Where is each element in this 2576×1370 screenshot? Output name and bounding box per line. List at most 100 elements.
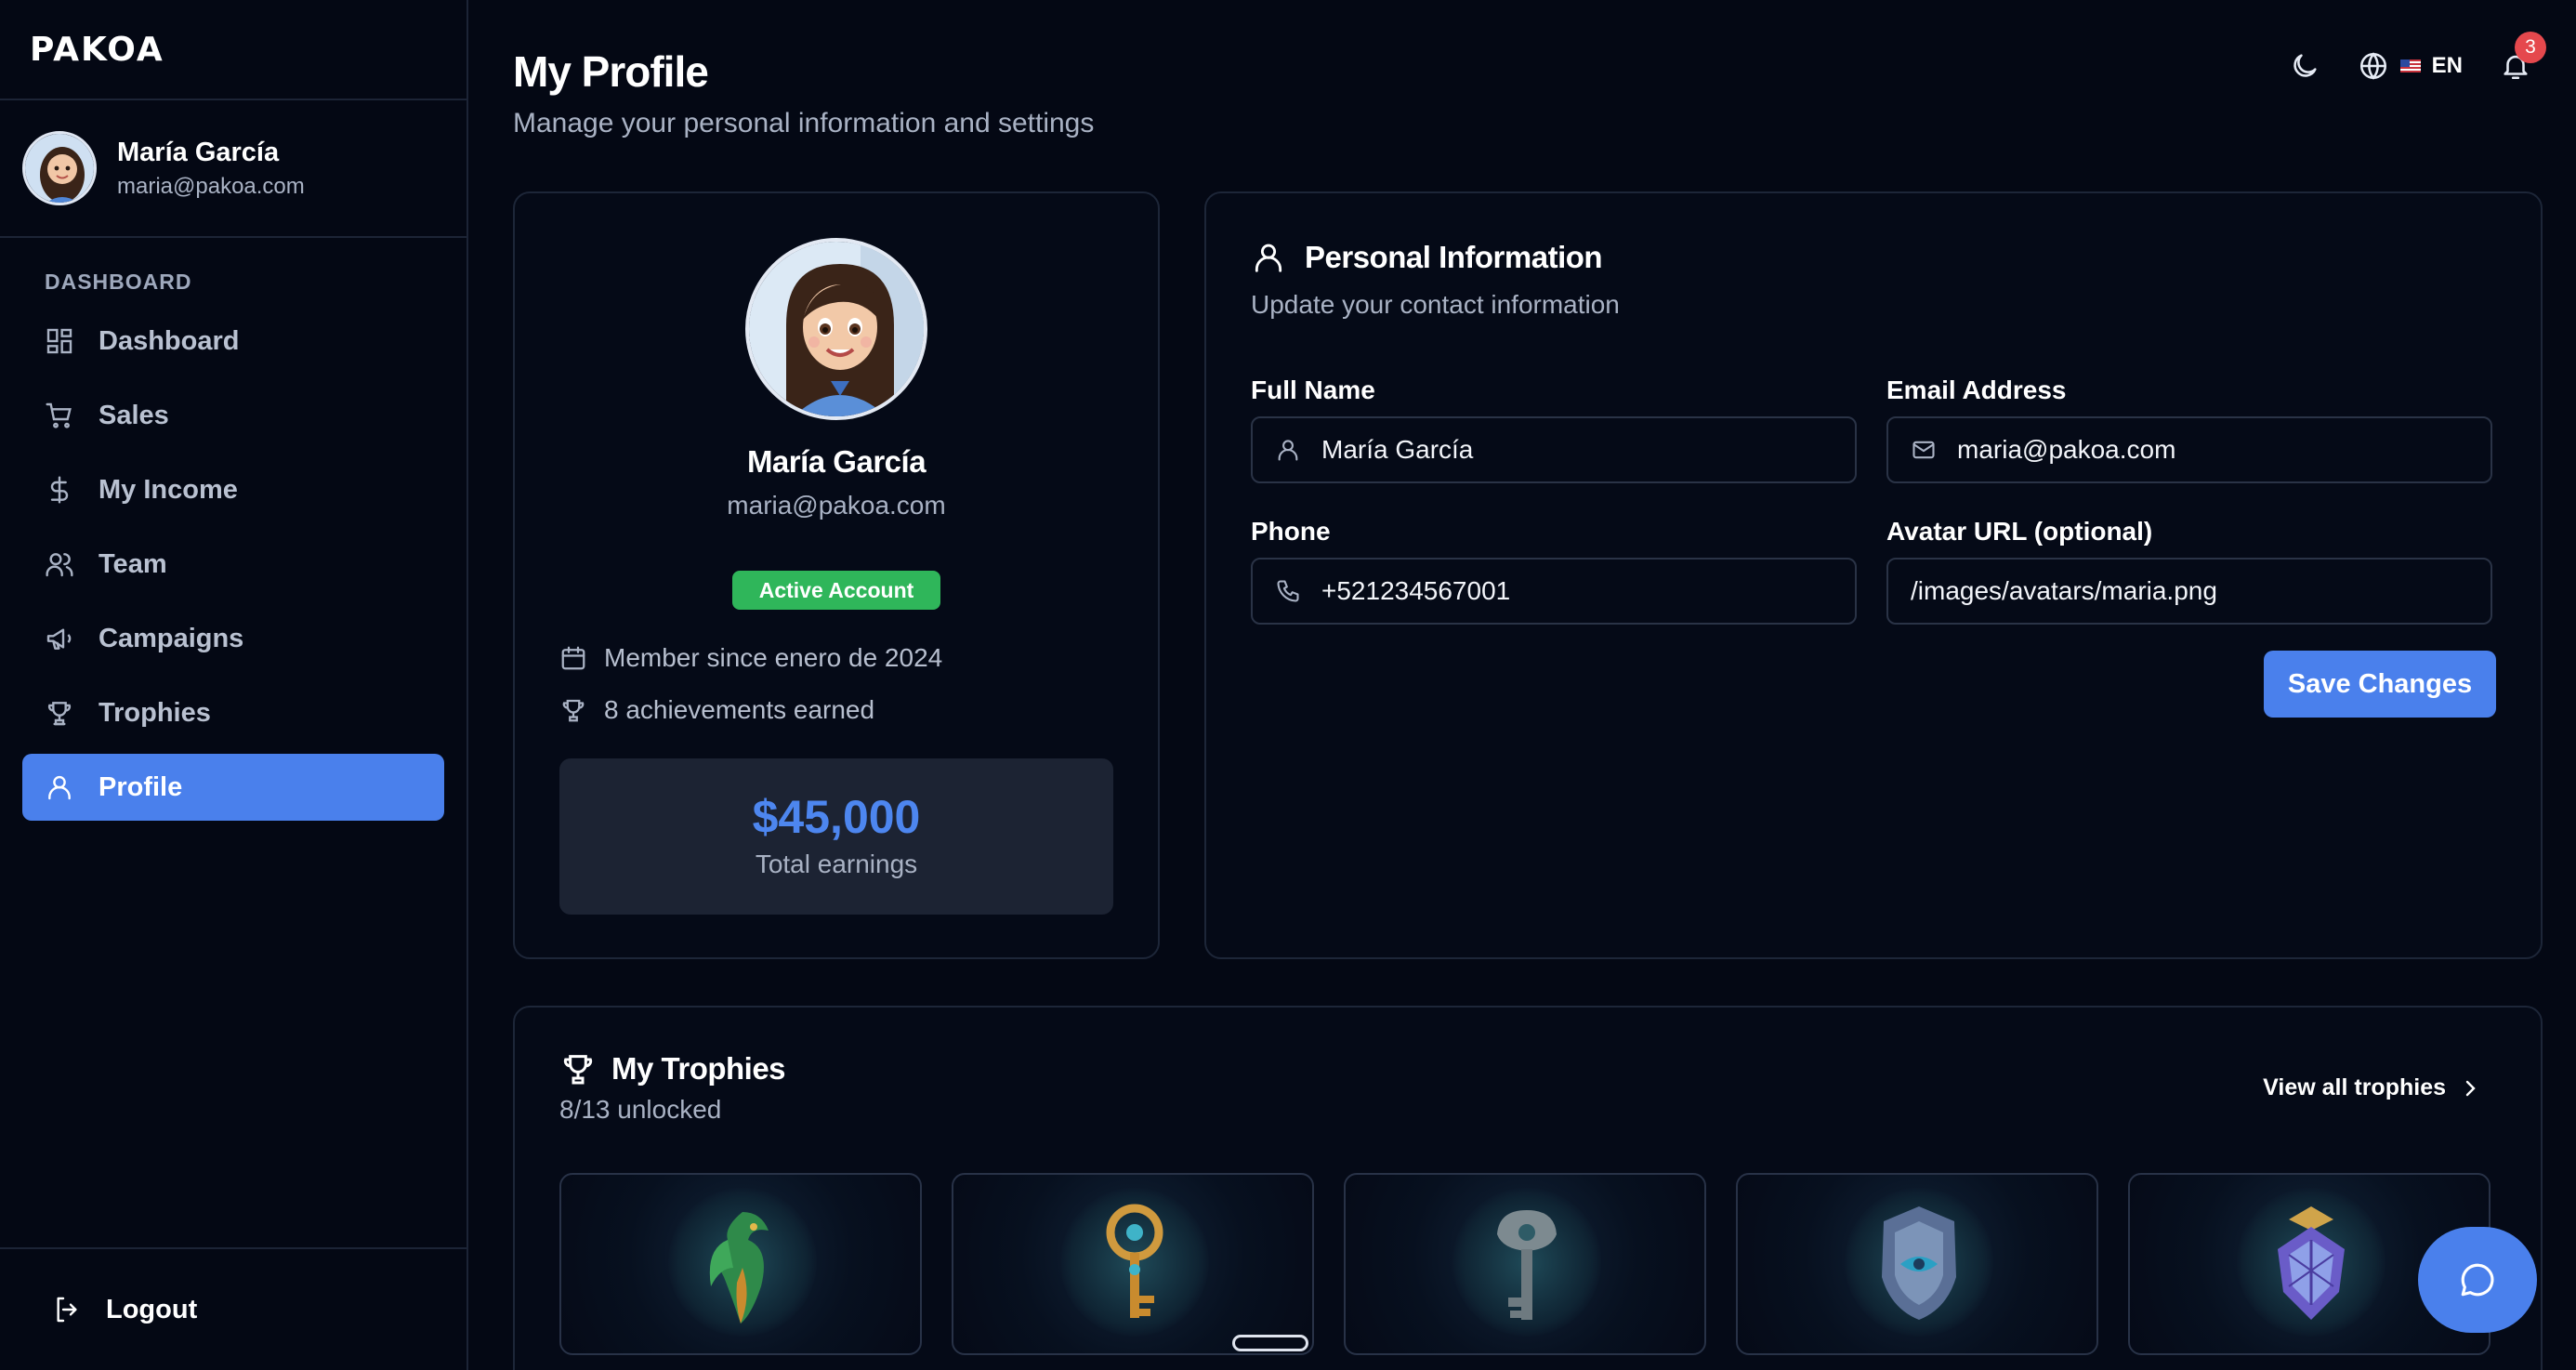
view-all-label: View all trophies — [2263, 1074, 2446, 1100]
sidebar-item-my-income[interactable]: My Income — [22, 456, 444, 523]
logout-button[interactable]: Logout — [0, 1247, 467, 1370]
notifications-button[interactable]: 3 — [2500, 32, 2546, 82]
email-group: Email Address — [1886, 375, 2492, 483]
member-since-text: Member since enero de 2024 — [604, 643, 943, 672]
email-input[interactable] — [1957, 435, 2491, 465]
sidebar-item-profile[interactable]: Profile — [22, 754, 444, 821]
language-code: EN — [2431, 53, 2463, 78]
user-name: María García — [117, 137, 280, 167]
grid-icon — [45, 326, 74, 356]
save-changes-button[interactable]: Save Changes — [2264, 651, 2496, 718]
sidebar-item-trophies[interactable]: Trophies — [22, 679, 444, 746]
chat-button[interactable] — [2418, 1227, 2537, 1333]
sidebar-item-dashboard[interactable]: Dashboard — [22, 308, 444, 375]
earnings-label: Total earnings — [755, 850, 918, 878]
profile-name: María García — [746, 444, 927, 479]
us-flag-icon — [2399, 59, 2421, 72]
sidebar-item-label: Campaigns — [99, 623, 244, 653]
profile-email: maria@pakoa.com — [727, 491, 946, 520]
trophy-tile[interactable] — [1344, 1173, 1706, 1355]
avatar-url-group: Avatar URL (optional) — [1886, 517, 2492, 625]
earnings-box: $45,000 Total earnings — [559, 758, 1113, 915]
avatar-url-label: Avatar URL (optional) — [1886, 517, 2153, 546]
phone-label: Phone — [1251, 517, 1331, 546]
sidebar-item-label: Sales — [99, 400, 169, 430]
main-content: My Profile Manage your personal informat… — [468, 0, 2576, 1370]
profile-summary-card: María García maria@pakoa.com Active Acco… — [513, 191, 1160, 959]
user-icon — [1251, 240, 1286, 275]
golden-key-trophy-icon — [1106, 1204, 1163, 1318]
phone-input[interactable] — [1321, 576, 1855, 606]
trophy-icon — [559, 696, 587, 724]
page-title: My Profile — [513, 47, 709, 96]
trophy-grid — [559, 1173, 2491, 1355]
personal-info-header: Personal Information — [1251, 240, 1603, 275]
avatar — [22, 131, 97, 205]
globe-icon — [2358, 50, 2389, 82]
full-name-input[interactable] — [1321, 435, 1855, 465]
megaphone-icon — [45, 624, 74, 653]
language-selector[interactable]: EN — [2358, 50, 2463, 82]
trophies-header: My Trophies — [559, 1050, 786, 1087]
avatar-url-input[interactable] — [1911, 576, 2491, 606]
full-name-label: Full Name — [1251, 375, 1375, 404]
sidebar-item-sales[interactable]: Sales — [22, 382, 444, 449]
phone-icon — [1275, 578, 1301, 604]
sidebar: PAKOA María García maria@pakoa.com DASHB… — [0, 0, 468, 1370]
silver-key-trophy-icon — [1497, 1210, 1557, 1320]
trophy-icon — [559, 1050, 597, 1087]
topbar: EN 3 — [2289, 32, 2546, 82]
notification-badge: 3 — [2515, 32, 2546, 63]
moon-icon[interactable] — [2289, 50, 2320, 82]
profile-avatar — [745, 238, 927, 420]
trophy-tile[interactable] — [559, 1173, 922, 1355]
nav-section-heading: DASHBOARD — [45, 270, 192, 294]
cart-icon — [45, 401, 74, 430]
sidebar-item-label: Dashboard — [99, 325, 240, 356]
personal-info-card: Personal Information Update your contact… — [1204, 191, 2543, 959]
phoenix-trophy-icon — [709, 1212, 769, 1324]
brand: PAKOA — [0, 0, 467, 100]
avatar-url-box — [1886, 558, 2492, 625]
page-subtitle: Manage your personal information and set… — [513, 108, 1095, 138]
trophies-card: My Trophies 8/13 unlocked View all troph… — [513, 1006, 2543, 1370]
status-badge: Active Account — [732, 571, 940, 610]
personal-info-subtitle: Update your contact information — [1251, 290, 1620, 319]
trophy-icon — [45, 698, 74, 728]
trophies-progress: 8/13 unlocked — [559, 1095, 722, 1124]
dollar-icon — [45, 475, 74, 505]
phone-group: Phone — [1251, 517, 1857, 625]
sidebar-user-card[interactable]: María García maria@pakoa.com — [0, 100, 467, 238]
sidebar-item-campaigns[interactable]: Campaigns — [22, 605, 444, 672]
user-icon — [45, 772, 74, 802]
email-label: Email Address — [1886, 375, 2067, 404]
achievements: 8 achievements earned — [559, 695, 874, 725]
sidebar-item-label: Profile — [99, 771, 183, 802]
earnings-value: $45,000 — [752, 791, 921, 843]
brand-logo[interactable]: PAKOA — [30, 31, 164, 69]
user-email: maria@pakoa.com — [117, 173, 305, 199]
trophy-tile[interactable] — [952, 1173, 1314, 1355]
view-all-trophies-link[interactable]: View all trophies — [2263, 1074, 2481, 1101]
mail-icon — [1911, 437, 1937, 463]
personal-info-title: Personal Information — [1305, 240, 1603, 274]
chevron-right-icon — [2459, 1077, 2481, 1100]
trophies-title: My Trophies — [611, 1051, 786, 1086]
trophy-tile[interactable] — [1736, 1173, 2098, 1355]
full-name-group: Full Name — [1251, 375, 1857, 483]
sidebar-nav: DASHBOARD Dashboard Sales My Income Team — [0, 238, 467, 821]
logout-label: Logout — [106, 1294, 198, 1324]
sidebar-item-label: My Income — [99, 474, 238, 505]
sidebar-item-team[interactable]: Team — [22, 531, 444, 598]
sidebar-item-label: Trophies — [99, 697, 211, 728]
shield-trophy-icon — [1882, 1206, 1956, 1320]
user-icon — [1275, 437, 1301, 463]
calendar-icon — [559, 644, 587, 672]
chat-bubble-icon — [2458, 1260, 2497, 1299]
scroll-indicator[interactable] — [1232, 1335, 1308, 1351]
email-box — [1886, 416, 2492, 483]
users-icon — [45, 549, 74, 579]
achievements-text: 8 achievements earned — [604, 695, 875, 724]
member-since: Member since enero de 2024 — [559, 643, 942, 673]
crystal-crest-trophy-icon — [2278, 1206, 2345, 1320]
